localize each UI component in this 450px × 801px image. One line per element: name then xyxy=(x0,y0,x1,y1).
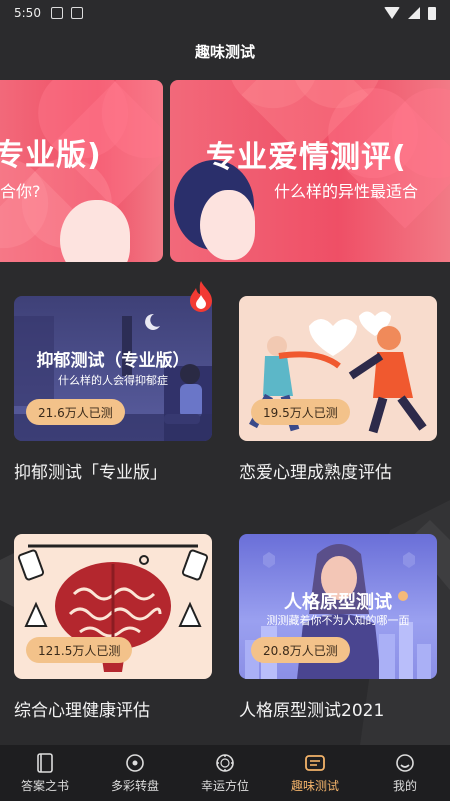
wifi-icon xyxy=(384,7,400,19)
gallery-notification-icon xyxy=(50,7,63,19)
page-title: 趣味测试 xyxy=(194,42,255,61)
nav-label: 幸运方位 xyxy=(200,778,249,793)
card-subtitle: 什么样的人会得抑郁症 xyxy=(58,374,168,387)
nav-item-color-wheel[interactable]: 多彩转盘 xyxy=(90,745,180,801)
nav-item-fun-test[interactable]: 趣味测试 xyxy=(270,745,360,801)
banner-left-title: 专业版) xyxy=(0,138,102,173)
nav-label: 答案之书 xyxy=(20,778,69,793)
banner-right-title: 专业爱情测评( xyxy=(206,140,407,175)
card-caption[interactable]: 恋爱心理成熟度评估 xyxy=(239,458,392,483)
nav-item-profile[interactable]: 我的 xyxy=(360,745,450,801)
card-subtitle: 测测藏着你不为人知的哪一面 xyxy=(266,614,410,627)
dial-icon xyxy=(125,753,145,773)
nav-label: 多彩转盘 xyxy=(110,778,159,793)
test-icon xyxy=(305,753,325,773)
card-title: 抑郁测试（专业版） xyxy=(36,351,190,371)
app-notification-icon xyxy=(70,7,83,19)
screen: 5:50 趣味测试 专业版) 合你? 专业爱情测评( 什么样的异性最适合 抑郁测… xyxy=(0,0,450,801)
hot-fire-icon xyxy=(190,281,212,312)
banner-slide-left[interactable]: 专业版) 合你? xyxy=(0,80,163,262)
banner-left-subtitle: 合你? xyxy=(0,182,41,201)
status-bar: 5:50 xyxy=(0,0,450,26)
boy-face-illustration xyxy=(200,190,255,260)
signal-icon xyxy=(408,7,420,19)
count-badge: 20.8万人已测 xyxy=(251,637,350,663)
nav-label: 我的 xyxy=(392,778,417,793)
bottom-navigation: 答案之书 多彩转盘 幸运方位 趣味测试 我的 xyxy=(0,745,450,801)
banner-right-subtitle: 什么样的异性最适合 xyxy=(274,182,419,201)
card-caption[interactable]: 人格原型测试2021 xyxy=(239,696,384,721)
status-time: 5:50 xyxy=(14,6,41,20)
banner-carousel[interactable]: 专业版) 合你? 专业爱情测评( 什么样的异性最适合 xyxy=(0,80,450,262)
test-card-personality[interactable]: 人格原型测试 测测藏着你不为人知的哪一面 20.8万人已测 xyxy=(239,534,437,679)
test-card-love-maturity[interactable]: 19.5万人已测 xyxy=(239,296,437,441)
card-caption[interactable]: 抑郁测试「专业版」 xyxy=(14,458,167,483)
banner-slide-right[interactable]: 专业爱情测评( 什么样的异性最适合 xyxy=(170,80,450,262)
book-icon xyxy=(35,752,55,773)
nav-item-answer-book[interactable]: 答案之书 xyxy=(0,745,90,801)
nav-label: 趣味测试 xyxy=(290,778,339,793)
count-badge: 19.5万人已测 xyxy=(251,399,350,425)
count-badge: 121.5万人已测 xyxy=(26,637,133,663)
count-badge: 21.6万人已测 xyxy=(26,399,125,425)
test-card-depression[interactable]: 抑郁测试（专业版） 什么样的人会得抑郁症 21.6万人已测 xyxy=(14,296,212,441)
battery-icon xyxy=(428,6,436,20)
profile-icon xyxy=(395,753,415,773)
card-title: 人格原型测试 xyxy=(284,592,392,613)
test-card-mental-health[interactable]: 121.5万人已测 xyxy=(14,534,212,679)
nav-item-lucky-direction[interactable]: 幸运方位 xyxy=(180,745,270,801)
compass-icon xyxy=(215,753,235,773)
card-caption[interactable]: 综合心理健康评估 xyxy=(14,696,150,721)
